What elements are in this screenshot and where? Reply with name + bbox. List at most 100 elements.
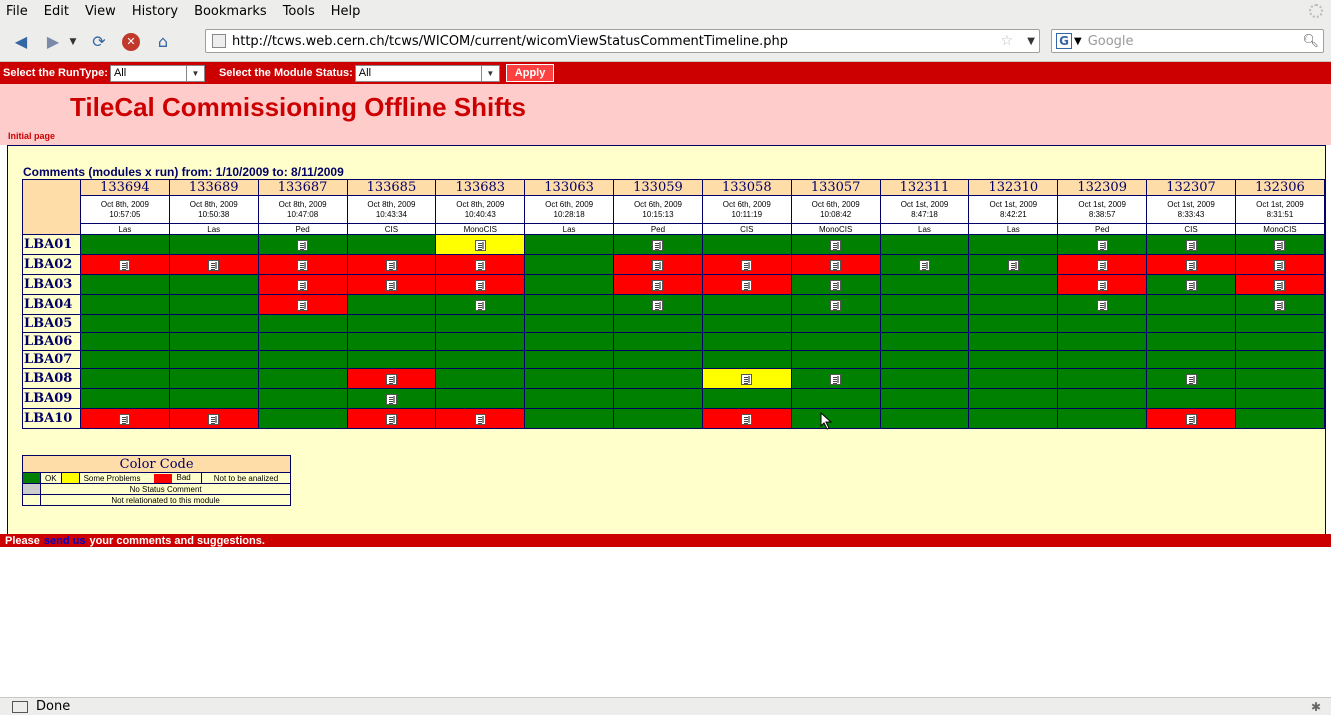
menu-help[interactable]: Help — [329, 4, 363, 19]
status-cell-ok[interactable] — [613, 294, 703, 315]
module-name[interactable]: LBA08 — [22, 368, 81, 389]
status-cell-ok[interactable] — [1234, 234, 1326, 255]
status-cell-bad[interactable] — [346, 408, 437, 429]
comment-note-icon[interactable] — [297, 260, 309, 271]
status-cell-bad[interactable] — [435, 254, 526, 275]
comment-note-icon[interactable] — [474, 414, 486, 425]
comment-note-icon[interactable] — [830, 300, 842, 311]
status-cell-bad[interactable] — [1146, 408, 1236, 429]
comment-note-icon[interactable] — [297, 300, 309, 311]
comment-note-icon[interactable] — [741, 260, 753, 271]
module-name[interactable]: LBA03 — [22, 274, 81, 295]
module-name[interactable]: LBA06 — [22, 332, 81, 351]
history-dropdown-icon[interactable]: ▼ — [68, 31, 78, 53]
status-cell-bad[interactable] — [613, 254, 703, 275]
run-number-header[interactable]: 133685 — [346, 179, 437, 196]
status-cell-bad[interactable] — [79, 254, 170, 275]
run-number-header[interactable]: 132307 — [1146, 179, 1236, 196]
comment-note-icon[interactable] — [474, 260, 486, 271]
comment-note-icon[interactable] — [1274, 260, 1286, 271]
status-cell-bad[interactable] — [1057, 274, 1148, 295]
status-cell-ok[interactable] — [435, 294, 526, 315]
status-cell-ok[interactable] — [790, 274, 881, 295]
status-cell-bad[interactable] — [435, 408, 526, 429]
run-number-header[interactable]: 133058 — [701, 179, 792, 196]
comment-note-icon[interactable] — [918, 260, 930, 271]
search-input[interactable]: Google — [1088, 34, 1134, 49]
status-cell-bad[interactable] — [1234, 274, 1326, 295]
comment-note-icon[interactable] — [1185, 240, 1197, 251]
run-number-header[interactable]: 133694 — [79, 179, 170, 196]
run-number-header[interactable]: 133063 — [524, 179, 615, 196]
comment-note-icon[interactable] — [1096, 300, 1108, 311]
comment-note-icon[interactable] — [652, 240, 664, 251]
status-cell-bad[interactable] — [701, 408, 792, 429]
status-cell-ok[interactable] — [790, 294, 881, 315]
status-cell-ok[interactable] — [613, 234, 703, 255]
run-number-header[interactable]: 133689 — [168, 179, 259, 196]
status-cell-ok[interactable] — [1146, 368, 1236, 389]
comment-note-icon[interactable] — [652, 260, 664, 271]
status-cell-ok[interactable] — [790, 234, 881, 255]
runtype-select[interactable]: All ▼ — [109, 64, 205, 82]
comment-note-icon[interactable] — [741, 414, 753, 425]
reload-icon[interactable]: ⟳ — [88, 31, 110, 53]
status-cell-ok[interactable] — [879, 254, 970, 275]
url-bar[interactable]: http://tcws.web.cern.ch/tcws/WICOM/curre… — [205, 29, 1040, 53]
menu-history[interactable]: History — [130, 4, 180, 19]
engine-dropdown-icon[interactable]: ▼ — [1074, 36, 1082, 47]
status-cell-bad[interactable] — [435, 274, 526, 295]
status-cell-ok[interactable] — [346, 388, 437, 409]
run-number-header[interactable]: 133059 — [613, 179, 703, 196]
back-icon[interactable]: ◀ — [10, 31, 32, 53]
menu-file[interactable]: File — [4, 4, 30, 19]
stop-icon[interactable]: ✕ — [120, 31, 142, 53]
comment-note-icon[interactable] — [830, 280, 842, 291]
status-cell-bad[interactable] — [168, 408, 259, 429]
comment-note-icon[interactable] — [385, 374, 397, 385]
run-number-header[interactable]: 133057 — [790, 179, 881, 196]
search-bar[interactable]: G ▼ Google 🔍︎ — [1051, 29, 1324, 53]
comment-note-icon[interactable] — [119, 414, 131, 425]
comment-note-icon[interactable] — [1096, 260, 1108, 271]
run-number-header[interactable]: 132309 — [1057, 179, 1148, 196]
status-cell-bad[interactable] — [701, 254, 792, 275]
module-name[interactable]: LBA09 — [22, 388, 81, 409]
comment-note-icon[interactable] — [297, 280, 309, 291]
status-cell-bad[interactable] — [346, 254, 437, 275]
module-name[interactable]: LBA10 — [22, 408, 81, 429]
comment-note-icon[interactable] — [208, 260, 220, 271]
comment-note-icon[interactable] — [830, 240, 842, 251]
status-cell-bad[interactable] — [790, 254, 881, 275]
bookmark-star-icon[interactable]: ☆ — [1000, 33, 1013, 49]
addon-icon[interactable]: ✱ — [1311, 700, 1321, 714]
status-cell-ok[interactable] — [1057, 234, 1148, 255]
status-cell-ok[interactable] — [1146, 274, 1236, 295]
comment-note-icon[interactable] — [1185, 260, 1197, 271]
comment-note-icon[interactable] — [1007, 260, 1019, 271]
comment-note-icon[interactable] — [385, 414, 397, 425]
status-cell-bad[interactable] — [257, 274, 348, 295]
module-name[interactable]: LBA04 — [22, 294, 81, 315]
comment-note-icon[interactable] — [741, 374, 753, 385]
comment-note-icon[interactable] — [1096, 240, 1108, 251]
comment-note-icon[interactable] — [1274, 300, 1286, 311]
comment-note-icon[interactable] — [741, 280, 753, 291]
run-number-header[interactable]: 133687 — [257, 179, 348, 196]
comment-note-icon[interactable] — [830, 374, 842, 385]
status-cell-some-problems[interactable] — [701, 368, 792, 389]
module-name[interactable]: LBA07 — [22, 350, 81, 369]
comment-note-icon[interactable] — [385, 280, 397, 291]
menu-view[interactable]: View — [83, 4, 118, 19]
status-cell-bad[interactable] — [1234, 254, 1326, 275]
comment-note-icon[interactable] — [474, 280, 486, 291]
url-text[interactable]: http://tcws.web.cern.ch/tcws/WICOM/curre… — [232, 34, 788, 49]
status-cell-ok[interactable] — [968, 254, 1059, 275]
status-cell-bad[interactable] — [613, 274, 703, 295]
status-cell-bad[interactable] — [346, 368, 437, 389]
comment-note-icon[interactable] — [385, 394, 397, 405]
run-number-header[interactable]: 132311 — [879, 179, 970, 196]
status-cell-bad[interactable] — [1057, 254, 1148, 275]
comment-note-icon[interactable] — [1185, 374, 1197, 385]
module-name[interactable]: LBA05 — [22, 314, 81, 333]
